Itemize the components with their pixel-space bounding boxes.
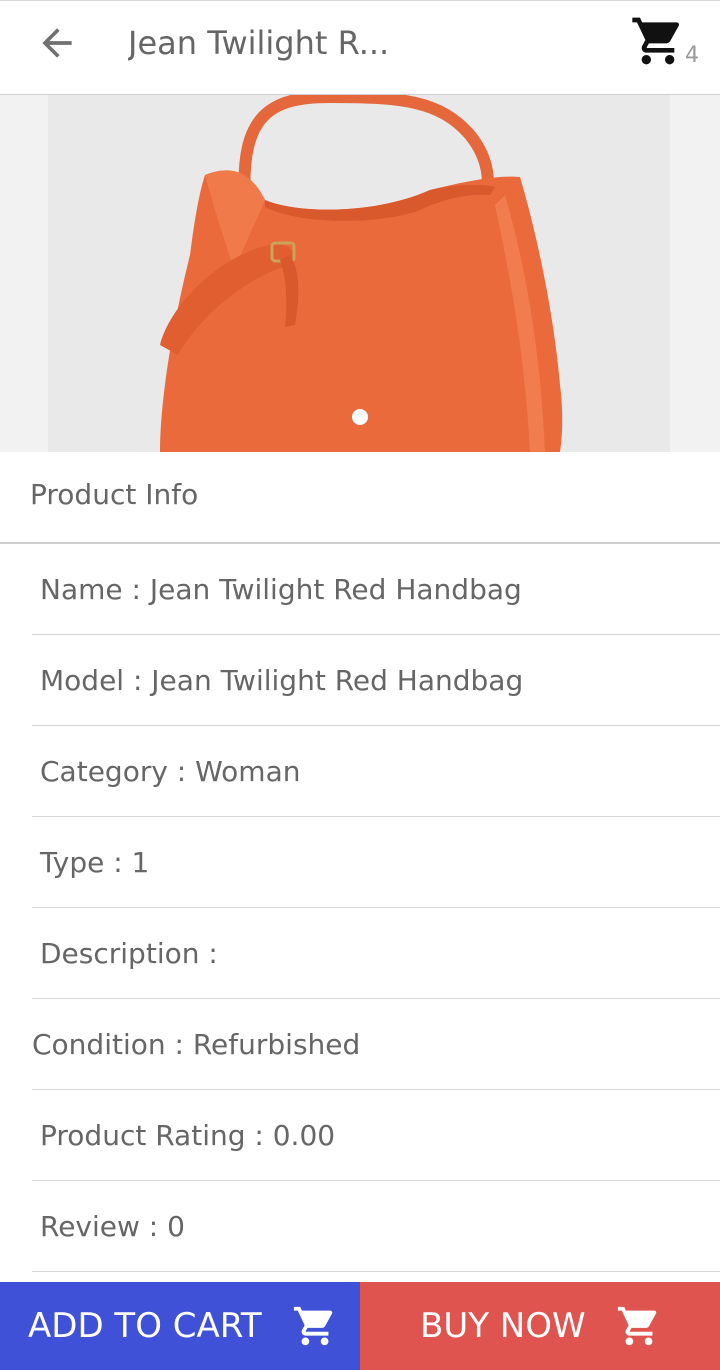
product-image-gallery[interactable] — [0, 95, 720, 452]
info-category-text: Category : Woman — [40, 754, 301, 788]
info-row-rating: Product Rating : 0.00 — [32, 1090, 720, 1181]
info-type-text: Type : 1 — [40, 845, 150, 879]
add-to-cart-button[interactable]: ADD TO CART — [0, 1282, 360, 1370]
info-row-name: Name : Jean Twilight Red Handbag — [32, 544, 720, 635]
info-description-text: Description : — [40, 936, 218, 970]
bottom-action-bar: ADD TO CART BUY NOW — [0, 1282, 720, 1370]
cart-buy-icon — [616, 1303, 662, 1349]
buy-now-label: BUY NOW — [420, 1306, 586, 1346]
info-row-review: Review : 0 — [32, 1181, 720, 1272]
app-header: Jean Twilight R... 4 — [0, 0, 720, 95]
back-button[interactable] — [30, 21, 84, 65]
add-to-cart-label: ADD TO CART — [28, 1306, 262, 1346]
shopping-cart-icon — [632, 17, 680, 65]
info-model-text: Model : Jean Twilight Red Handbag — [40, 663, 524, 697]
arrow-left-icon — [42, 28, 72, 58]
info-row-condition: Condition : Refurbished — [32, 999, 720, 1090]
product-info-list: Name : Jean Twilight Red Handbag Model :… — [32, 544, 720, 1272]
info-rating-text: Product Rating : 0.00 — [40, 1118, 336, 1152]
info-row-model: Model : Jean Twilight Red Handbag — [32, 635, 720, 726]
product-info-heading: Product Info — [30, 478, 199, 511]
buy-now-button[interactable]: BUY NOW — [360, 1282, 720, 1370]
info-row-type: Type : 1 — [32, 817, 720, 908]
info-review-text: Review : 0 — [40, 1209, 185, 1243]
info-condition-text: Condition : Refurbished — [32, 1027, 361, 1061]
info-name-text: Name : Jean Twilight Red Handbag — [40, 572, 522, 606]
product-image — [160, 95, 563, 452]
cart-button[interactable]: 4 — [630, 13, 710, 73]
page-title: Jean Twilight R... — [128, 24, 390, 62]
cart-add-icon — [292, 1303, 338, 1349]
page-indicator-dot-active[interactable] — [352, 409, 368, 425]
info-row-category: Category : Woman — [32, 726, 720, 817]
cart-count-badge: 4 — [685, 43, 699, 68]
info-row-description: Description : — [32, 908, 720, 999]
